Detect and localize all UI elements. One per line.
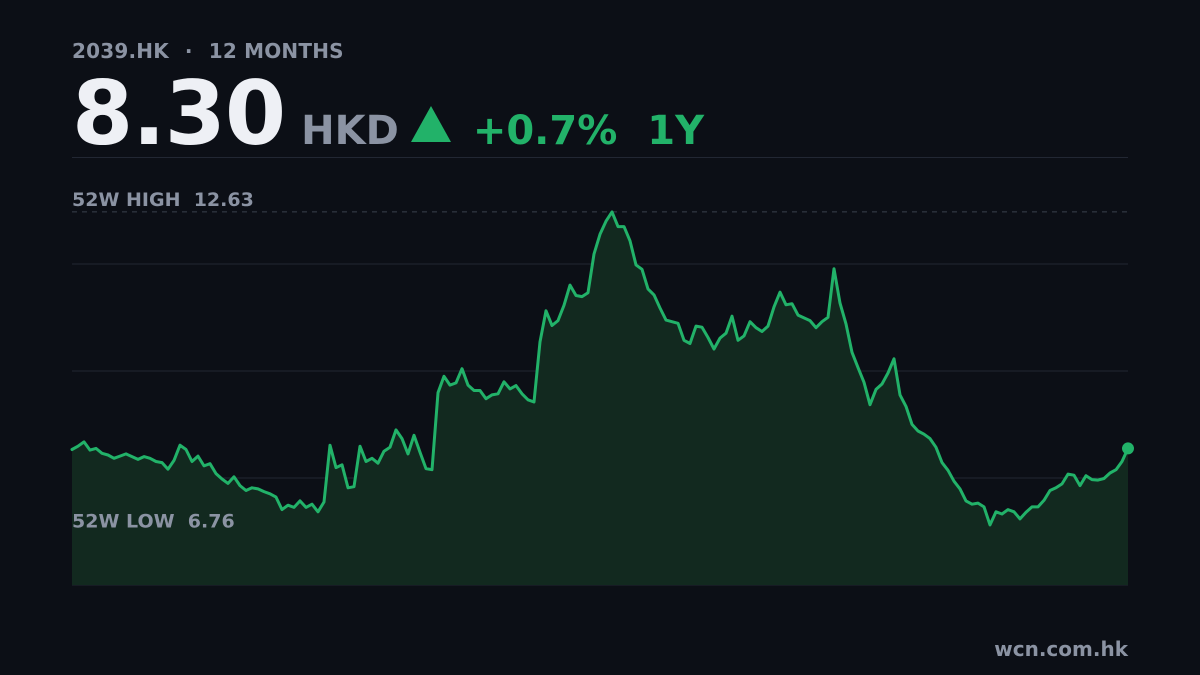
- low-label-group: 52W LOW 6.76: [72, 511, 235, 533]
- low-label: 52W LOW 6.76: [72, 511, 235, 533]
- price-chart: 52W HIGH 12.63 52W LOW 6.76: [70, 189, 1134, 586]
- high-label-group: 52W HIGH 12.63: [72, 189, 254, 211]
- source-credit: wcn.com.hk: [994, 637, 1128, 661]
- last-price-marker: [1122, 442, 1134, 455]
- high-label: 52W HIGH 12.63: [72, 189, 254, 211]
